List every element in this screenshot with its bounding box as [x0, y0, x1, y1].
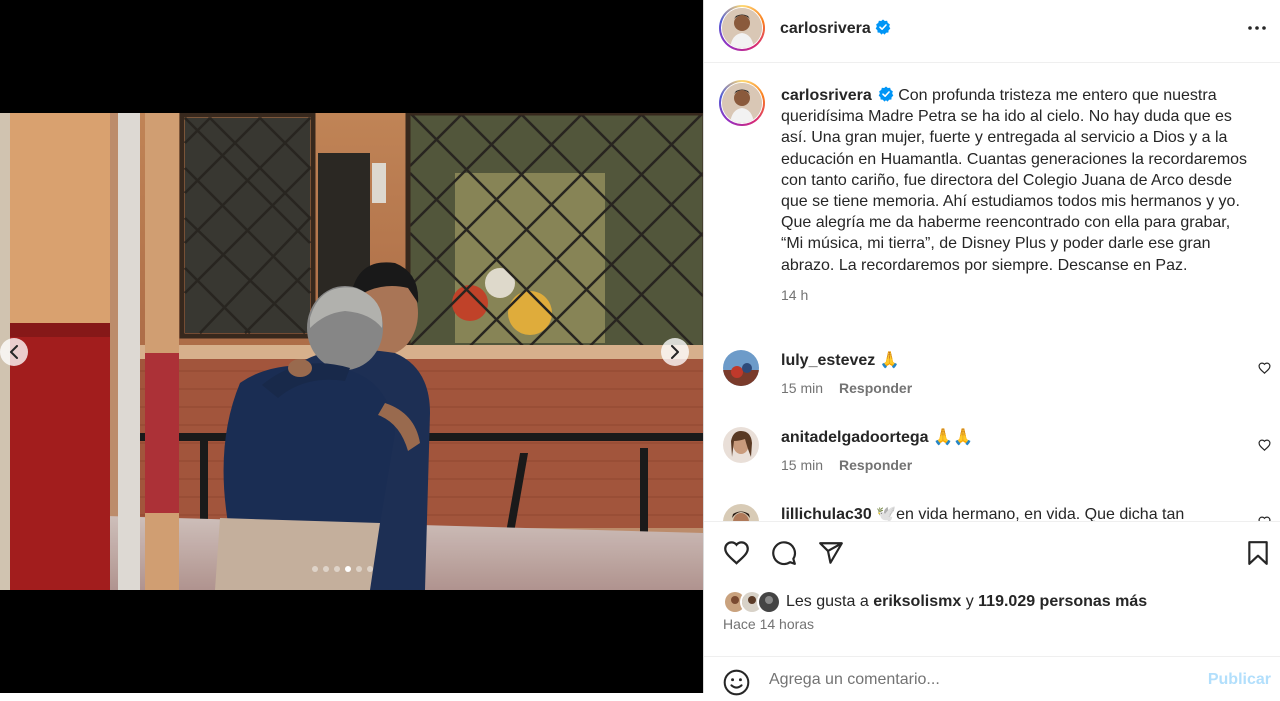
likes-text: Les gusta a eriksolismx y 119.029 person…: [786, 593, 1147, 611]
reply-button[interactable]: Responder: [839, 457, 912, 473]
comment-avatar[interactable]: [723, 427, 759, 463]
likes-prefix: Les gusta a: [786, 593, 869, 610]
carousel-next-button[interactable]: [661, 338, 689, 366]
carousel-dot: [356, 566, 362, 572]
liker-avatar: [757, 590, 781, 614]
comment-time[interactable]: 15 min: [781, 457, 823, 473]
comment-meta: 15 min Responder: [781, 457, 912, 473]
verified-badge-icon: [878, 86, 894, 102]
comment-like-button[interactable]: [1258, 361, 1271, 379]
more-horizontal-icon: [1248, 26, 1266, 30]
caption-avatar[interactable]: [719, 80, 765, 126]
comment-text: 🕊️en vida hermano, en vida. Que dicha ta…: [876, 506, 1185, 521]
chevron-left-icon: [10, 345, 18, 359]
post-media: [0, 0, 703, 693]
header-username[interactable]: carlosrivera: [780, 20, 871, 37]
save-button[interactable]: [1247, 540, 1269, 571]
share-button[interactable]: [818, 540, 844, 571]
likes-connector: y: [965, 593, 974, 610]
paper-plane-icon: [819, 542, 843, 564]
post-photo[interactable]: [0, 113, 703, 590]
heart-icon: [724, 541, 749, 565]
comment-username[interactable]: luly_estevez: [781, 352, 875, 369]
caption-username[interactable]: carlosrivera: [781, 87, 872, 104]
comment-text-row: anitadelgadoortega 🙏🙏: [781, 427, 973, 448]
comment-username[interactable]: lillichulac30: [781, 506, 872, 521]
post-timestamp[interactable]: Hace 14 horas: [723, 616, 814, 632]
post-header: carlosrivera: [704, 0, 1280, 63]
emoji-button[interactable]: [723, 669, 750, 701]
comment-avatar[interactable]: [723, 350, 759, 386]
post-caption: carlosrivera Con profunda tristeza me en…: [781, 85, 1251, 306]
bookmark-icon: [1248, 541, 1268, 565]
likes-summary: Les gusta a eriksolismx y 119.029 person…: [723, 590, 1147, 614]
comment-text: 🙏: [879, 352, 900, 369]
liker-username[interactable]: eriksolismx: [873, 593, 961, 610]
caption-text: Con profunda tristeza me entero que nues…: [781, 87, 1248, 274]
carousel-indicator: [312, 566, 373, 572]
add-comment-bar: Publicar: [704, 656, 1280, 696]
chevron-right-icon: [671, 345, 679, 359]
carousel-dot: [367, 566, 373, 572]
comment-input[interactable]: [769, 671, 1189, 689]
publish-button[interactable]: Publicar: [1208, 671, 1271, 689]
more-options-button[interactable]: [1247, 18, 1267, 43]
hug-photo-illustration: [0, 113, 703, 590]
smiley-icon: [723, 669, 750, 696]
verified-badge-icon: [875, 19, 891, 35]
heart-outline-icon: [1258, 362, 1271, 374]
carousel-prev-button[interactable]: [0, 338, 28, 366]
comment-text: 🙏🙏: [933, 429, 973, 446]
header-username-row: carlosrivera: [780, 19, 891, 38]
comment-time[interactable]: 15 min: [781, 380, 823, 396]
avatar[interactable]: [719, 5, 765, 51]
carousel-dot: [312, 566, 318, 572]
post-actions-section: Les gusta a eriksolismx y 119.029 person…: [704, 521, 1280, 696]
comment-text-row: luly_estevez 🙏: [781, 350, 900, 371]
comment-username[interactable]: anitadelgadoortega: [781, 429, 929, 446]
reply-button[interactable]: Responder: [839, 380, 912, 396]
comment-button[interactable]: [771, 540, 797, 571]
caption-timestamp[interactable]: 14 h: [781, 285, 1251, 306]
comments-scroll-area[interactable]: carlosrivera Con profunda tristeza me en…: [704, 64, 1280, 521]
heart-outline-icon: [1258, 439, 1271, 451]
post-details-panel: carlosrivera carlosrivera Con profunda t…: [703, 0, 1280, 696]
comment-avatar[interactable]: [723, 504, 759, 521]
likes-count[interactable]: 119.029 personas más: [978, 593, 1147, 610]
carousel-dot: [334, 566, 340, 572]
like-button[interactable]: [723, 540, 750, 570]
carousel-dot: [345, 566, 351, 572]
comment-text-row: lillichulac30 🕊️en vida hermano, en vida…: [781, 504, 1184, 521]
comment-meta: 15 min Responder: [781, 380, 912, 396]
carousel-dot: [323, 566, 329, 572]
comment-bubble-icon: [772, 541, 796, 566]
comment-like-button[interactable]: [1258, 438, 1271, 456]
